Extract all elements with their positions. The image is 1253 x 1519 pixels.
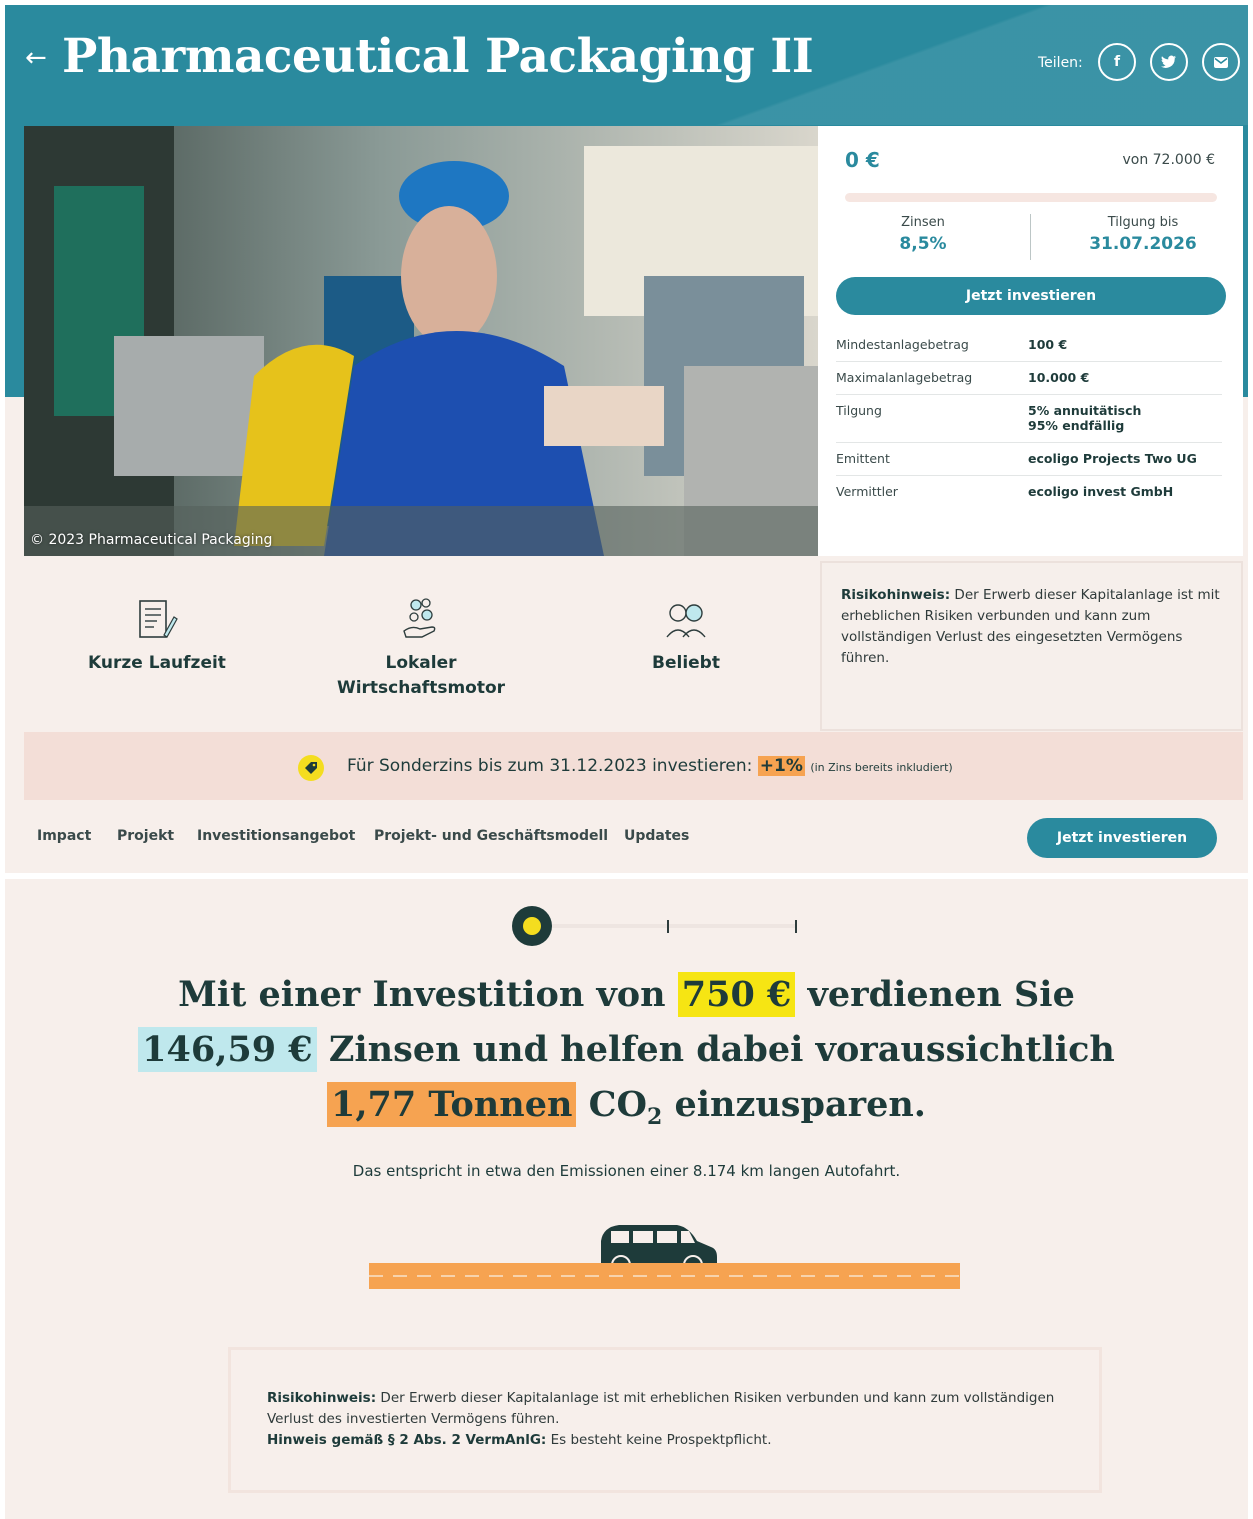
project-photo: © 2023 Pharmaceutical Packaging: [24, 126, 818, 556]
detail-row: Tilgung 5% annuitätisch 95% endfällig: [836, 395, 1222, 443]
detail-key: Maximalanlagebetrag: [836, 370, 973, 385]
feature-popular: Beliebt: [566, 561, 806, 676]
investment-card: 0 € von 72.000 € Zinsen 8,5% Tilgung bis…: [818, 126, 1243, 556]
detail-row: Mindestanlagebetrag 100 €: [836, 329, 1222, 362]
detail-key: Emittent: [836, 451, 890, 466]
detail-value: 100 €: [1028, 337, 1068, 352]
detail-key: Mindestanlagebetrag: [836, 337, 969, 352]
detail-value-multi: 5% annuitätisch 95% endfällig: [1028, 403, 1222, 433]
headline-part: CO: [588, 1084, 647, 1125]
investment-details: Mindestanlagebetrag 100 € Maximalanlageb…: [836, 329, 1222, 508]
promo-text: Für Sonderzins bis zum 31.12.2023 invest…: [347, 756, 953, 776]
emission-comparison: Das entspricht in etwa den Emissionen ei…: [352, 1162, 901, 1180]
nav-item-project[interactable]: Projekt: [117, 828, 174, 844]
impact-headline: Mit einer Investition von 750 € verdiene…: [65, 967, 1188, 1145]
title-row: ← Pharmaceutical Packaging II Teilen: f: [5, 5, 1248, 125]
risk-title: Risikohinweis:: [841, 587, 951, 603]
project-header-section: ← Pharmaceutical Packaging II Teilen: f: [5, 5, 1248, 873]
repayment-stat: Tilgung bis 31.07.2026: [1073, 215, 1213, 254]
headline-part: verdienen Sie: [807, 974, 1075, 1015]
interest-label: Zinsen: [901, 215, 945, 230]
headline-subscript: 2: [646, 1104, 663, 1130]
interest-stat: Zinsen 8,5%: [878, 215, 968, 254]
slider-tick: [795, 920, 797, 933]
bonus-interest-banner: Für Sonderzins bis zum 31.12.2023 invest…: [24, 732, 1243, 800]
arrow-left-icon[interactable]: ←: [25, 43, 47, 73]
detail-row: Maximalanlagebetrag 10.000 €: [836, 362, 1222, 395]
invest-now-button[interactable]: Jetzt investieren: [836, 277, 1226, 315]
risk-footer-title: Risikohinweis:: [267, 1390, 377, 1406]
car-road-illustration: [369, 1219, 960, 1294]
risk-footer-box: Risikohinweis: Der Erwerb dieser Kapital…: [228, 1347, 1102, 1493]
detail-value: ecoligo invest GmbH: [1028, 484, 1174, 499]
impact-calculator-section: Mit einer Investition von 750 € verdiene…: [5, 879, 1248, 1519]
photo-credit: © 2023 Pharmaceutical Packaging: [30, 532, 273, 548]
nav-item-investment-offer[interactable]: Investitionsangebot: [197, 828, 355, 844]
detail-value-2: 95% endfällig: [1028, 418, 1125, 433]
headline-part: Mit einer Investition von: [178, 974, 666, 1015]
nav-item-updates[interactable]: Updates: [624, 828, 689, 844]
twitter-icon[interactable]: [1150, 43, 1188, 81]
nav-item-business-model[interactable]: Projekt- und Geschäftsmodell: [374, 828, 608, 844]
section-nav: Impact Projekt Investitionsangebot Proje…: [5, 805, 1248, 873]
investment-amount: 750 €: [677, 972, 796, 1017]
funding-progress-bar: [845, 193, 1217, 202]
detail-value: 5% annuitätisch: [1028, 403, 1142, 418]
nav-item-impact[interactable]: Impact: [37, 828, 91, 844]
promo-note: (in Zins bereits inkludiert): [810, 761, 953, 774]
feature-label: Kurze Laufzeit: [88, 653, 226, 673]
co2-savings: 1,77 Tonnen: [327, 1082, 577, 1127]
detail-key: Vermittler: [836, 484, 898, 499]
promo-label: Für Sonderzins bis zum 31.12.2023 invest…: [347, 756, 753, 776]
detail-key: Tilgung: [836, 403, 882, 418]
detail-row: Vermittler ecoligo invest GmbH: [836, 476, 1222, 508]
page-title: Pharmaceutical Packaging II: [62, 29, 814, 84]
road: [369, 1263, 960, 1289]
detail-row: Emittent ecoligo Projects Two UG: [836, 443, 1222, 476]
nav-invest-now-button[interactable]: Jetzt investieren: [1027, 818, 1217, 858]
slider-track[interactable]: [532, 924, 797, 928]
project-features: Kurze Laufzeit Lokaler Wirtschaftsmotor …: [24, 561, 818, 731]
headline-part: Zinsen und helfen dabei voraussichtlich: [328, 1029, 1115, 1070]
facebook-icon[interactable]: f: [1098, 43, 1136, 81]
interest-value: 8,5%: [899, 234, 947, 254]
detail-value: ecoligo Projects Two UG: [1028, 451, 1197, 466]
repayment-value: 31.07.2026: [1089, 234, 1197, 254]
mail-icon[interactable]: [1202, 43, 1240, 81]
slider-tick: [667, 920, 669, 933]
stat-divider: [1030, 214, 1031, 260]
slider-handle[interactable]: [512, 906, 552, 946]
feature-label: Beliebt: [652, 653, 720, 673]
interest-amount: 146,59 €: [138, 1027, 317, 1072]
coins-hand-icon: [403, 598, 436, 638]
prospectus-note-title: Hinweis gemäß § 2 Abs. 2 VermAnlG:: [267, 1432, 547, 1448]
promo-bonus: +1%: [757, 756, 805, 776]
headline-part: einzusparen.: [674, 1084, 926, 1125]
funding-goal: von 72.000 €: [1122, 152, 1215, 168]
feature-label: Lokaler Wirtschaftsmotor: [336, 653, 506, 698]
repayment-label: Tilgung bis: [1107, 215, 1179, 230]
share-label: Teilen:: [1038, 55, 1083, 71]
prospectus-note-text: Es besteht keine Prospektpflicht.: [550, 1432, 772, 1448]
risk-notice-card: Risikohinweis: Der Erwerb dieser Kapital…: [820, 561, 1243, 731]
document-icon: [139, 600, 178, 638]
investment-slider[interactable]: [512, 904, 802, 948]
feature-local-economy: Lokaler Wirtschaftsmotor: [301, 561, 541, 701]
people-icon: [666, 604, 706, 638]
feature-short-term: Kurze Laufzeit: [37, 561, 277, 676]
risk-footer-text: Der Erwerb dieser Kapitalanlage ist mit …: [267, 1390, 1055, 1427]
invested-amount: 0 €: [845, 148, 880, 172]
tag-icon: [298, 755, 324, 781]
detail-value: 10.000 €: [1028, 370, 1090, 385]
